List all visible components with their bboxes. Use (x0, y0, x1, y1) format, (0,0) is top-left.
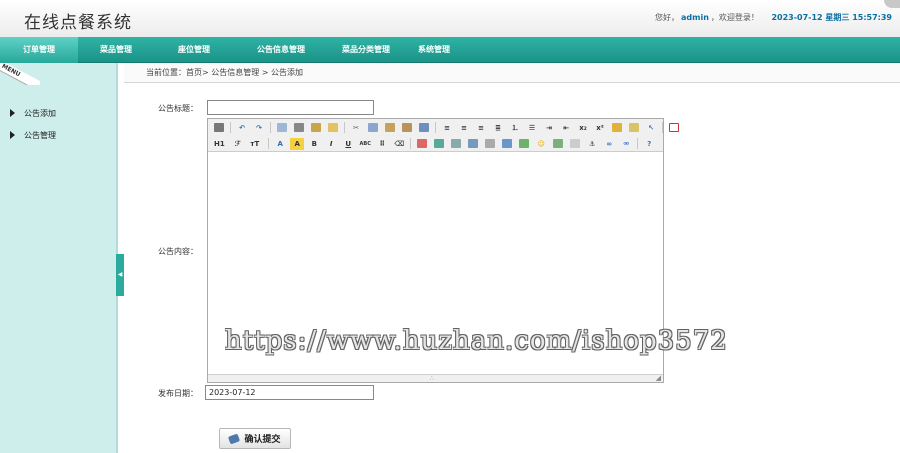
toolbar-row-2: H1 ℱ тT A A B I U ABC ⠿ ⌫ ☺ ⚓ ∞ ⚮ ? (212, 136, 659, 151)
drag-grip-icon[interactable]: ∴ (430, 375, 434, 382)
nav-item-orders[interactable]: 订单管理 (0, 37, 78, 63)
indent-icon[interactable]: ⇥ (542, 122, 556, 134)
submit-label: 确认提交 (244, 434, 281, 444)
watermark-text: https://www.huzhan.com/ishop3572 (225, 326, 728, 356)
menu-ribbon: MENU (0, 63, 40, 85)
datetime-display: 2023-07-12 星期三 15:57:39 (771, 13, 892, 22)
flash-icon[interactable] (449, 138, 463, 150)
sidebar-item-manage-announcements[interactable]: 公告管理 (10, 130, 56, 141)
tag-icon (228, 433, 241, 444)
content-label: 公告内容： (158, 247, 198, 256)
date-label: 发布日期： (158, 389, 198, 398)
remove-format-icon[interactable]: ⌫ (392, 138, 406, 150)
help-icon[interactable]: ? (642, 138, 656, 150)
map-icon[interactable] (551, 138, 565, 150)
user-info: 您好， admin ，欢迎登录！ 2023-07-12 星期三 15:57:39 (655, 12, 892, 23)
editor-statusbar: ∴ ◢ (208, 374, 663, 382)
superscript-icon[interactable]: x² (593, 122, 607, 134)
link-icon[interactable]: ∞ (602, 138, 616, 150)
align-right-icon[interactable]: ≡ (474, 122, 488, 134)
cut-icon[interactable]: ✂ (349, 122, 363, 134)
corner-tab (884, 0, 900, 8)
undo-icon[interactable]: ↶ (235, 122, 249, 134)
breadcrumb: 当前位置：首页> 公告信息管理 > 公告添加 (124, 63, 900, 83)
template-icon[interactable] (309, 122, 323, 134)
align-center-icon[interactable]: ≡ (457, 122, 471, 134)
paste-word-icon[interactable] (417, 122, 431, 134)
unordered-list-icon[interactable]: ☰ (525, 122, 539, 134)
line-height-icon[interactable]: ⠿ (375, 138, 389, 150)
source-icon[interactable] (212, 122, 226, 134)
paste-text-icon[interactable] (400, 122, 414, 134)
preview-icon[interactable] (275, 122, 289, 134)
ordered-list-icon[interactable]: ⒈ (508, 122, 522, 134)
table-icon[interactable] (500, 138, 514, 150)
editor-toolbar: ↶ ↷ ✂ ≡ ≡ ≡ ≣ ⒈ ☰ ⇥ ⇤ x₂ x² ↖ H1 ℱ тT A … (208, 119, 679, 152)
nav-item-seats[interactable]: 座位管理 (154, 37, 234, 63)
caret-right-icon (10, 131, 15, 139)
sidebar: MENU 公告添加 公告管理 (0, 63, 118, 453)
multi-image-icon[interactable] (432, 138, 446, 150)
justify-icon[interactable]: ≣ (491, 122, 505, 134)
unlink-icon[interactable]: ⚮ (619, 138, 633, 150)
title-label: 公告标题： (158, 104, 198, 113)
nav-item-dishes[interactable]: 菜品管理 (78, 37, 154, 63)
resize-handle-icon[interactable]: ◢ (656, 374, 661, 382)
title-input[interactable] (207, 100, 374, 115)
submit-button[interactable]: 确认提交 (219, 428, 291, 449)
file-icon[interactable] (483, 138, 497, 150)
redo-icon[interactable]: ↷ (252, 122, 266, 134)
italic-button[interactable]: I (324, 138, 338, 150)
sidebar-collapse-button[interactable]: ◀ (116, 254, 124, 296)
outdent-icon[interactable]: ⇤ (559, 122, 573, 134)
main-nav: 订单管理 菜品管理 座位管理 公告信息管理 菜品分类管理 系统管理 (0, 37, 900, 63)
print-icon[interactable] (292, 122, 306, 134)
toolbar-row-1: ↶ ↷ ✂ ≡ ≡ ≡ ≣ ⒈ ☰ ⇥ ⇤ x₂ x² ↖ (212, 120, 684, 135)
nav-item-announcements[interactable]: 公告信息管理 (234, 37, 328, 63)
strike-button[interactable]: ABC (358, 138, 372, 150)
publish-date-input[interactable] (205, 385, 374, 400)
paste-icon[interactable] (383, 122, 397, 134)
underline-button[interactable]: U (341, 138, 355, 150)
font-size-dropdown[interactable]: тT (248, 138, 261, 150)
subscript-icon[interactable]: x₂ (576, 122, 590, 134)
anchor-icon[interactable]: ⚓ (585, 138, 599, 150)
font-color-button[interactable]: A (273, 138, 287, 150)
hr-icon[interactable] (517, 138, 531, 150)
highlight-button[interactable]: A (290, 137, 305, 150)
select-all-icon[interactable] (627, 122, 641, 134)
app-title: 在线点餐系统 (24, 13, 132, 33)
emoticon-icon[interactable]: ☺ (534, 138, 548, 150)
heading-dropdown[interactable]: H1 (212, 138, 227, 150)
media-icon[interactable] (466, 138, 480, 150)
bold-button[interactable]: B (307, 138, 321, 150)
nav-item-dish-categories[interactable]: 菜品分类管理 (328, 37, 404, 63)
copy-icon[interactable] (366, 122, 380, 134)
sidebar-item-label: 公告管理 (24, 131, 56, 140)
font-family-dropdown[interactable]: ℱ (233, 138, 243, 150)
fullscreen-icon[interactable] (667, 122, 681, 134)
sidebar-item-label: 公告添加 (24, 109, 56, 118)
caret-right-icon (10, 109, 15, 117)
greeting-suffix: ，欢迎登录！ (710, 13, 759, 22)
code-icon[interactable] (326, 122, 340, 134)
quick-format-icon[interactable]: ↖ (644, 122, 658, 134)
greeting-prefix: 您好， (655, 13, 679, 22)
sidebar-item-add-announcement[interactable]: 公告添加 (10, 108, 56, 119)
align-left-icon[interactable]: ≡ (440, 122, 454, 134)
page-break-icon[interactable] (568, 138, 582, 150)
nav-item-system[interactable]: 系统管理 (404, 37, 464, 63)
image-icon[interactable] (415, 138, 429, 150)
header: 在线点餐系统 您好， admin ，欢迎登录！ 2023-07-12 星期三 15:… (0, 0, 900, 37)
clear-format-icon[interactable] (610, 122, 624, 134)
username-link[interactable]: admin (681, 13, 709, 22)
